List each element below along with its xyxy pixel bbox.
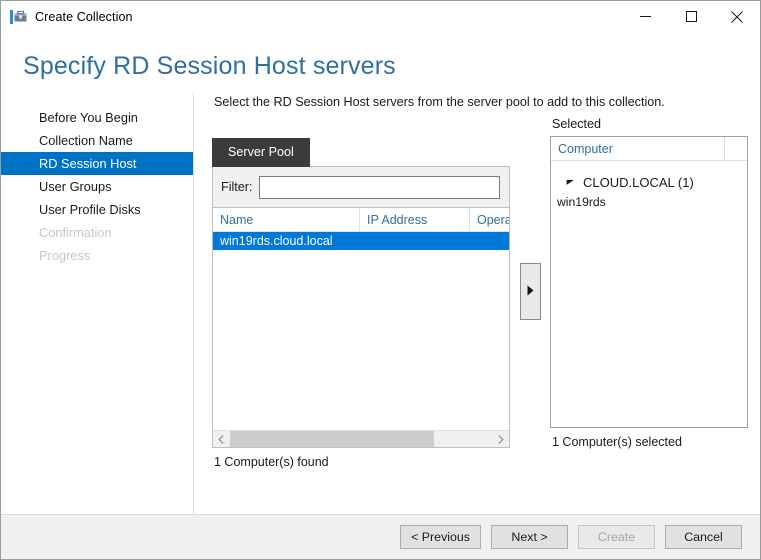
- sidebar-item-confirmation: Confirmation: [1, 221, 193, 244]
- server-pool-column: Server Pool Filter: Name IP Address Oper…: [212, 138, 510, 469]
- previous-button[interactable]: < Previous: [400, 525, 481, 549]
- selected-group-cloud-local[interactable]: CLOUD.LOCAL (1): [551, 171, 747, 193]
- sidebar-item-rd-session-host[interactable]: RD Session Host: [1, 152, 193, 175]
- title-bar: Create Collection: [1, 1, 760, 33]
- server-pool-panel: Filter: Name IP Address Operat win19rds.…: [212, 166, 510, 448]
- wizard-footer: < Previous Next > Create Cancel: [1, 514, 760, 559]
- sidebar-item-user-profile-disks[interactable]: User Profile Disks: [1, 198, 193, 221]
- column-header-ip-address[interactable]: IP Address: [360, 208, 470, 232]
- sidebar-item-progress: Progress: [1, 244, 193, 267]
- create-collection-window: Create Collection Specify RD Session Hos…: [0, 0, 761, 560]
- scrollbar-thumb[interactable]: [230, 431, 434, 447]
- scrollbar-track[interactable]: [230, 431, 492, 447]
- column-header-name[interactable]: Name: [213, 208, 360, 232]
- caret-expanded-icon[interactable]: [566, 179, 575, 186]
- scroll-left-icon[interactable]: [213, 431, 230, 447]
- column-header-operating-system[interactable]: Operat: [470, 208, 509, 232]
- server-selection-area: Server Pool Filter: Name IP Address Oper…: [212, 138, 748, 469]
- create-button: Create: [578, 525, 655, 549]
- sidebar-item-collection-name[interactable]: Collection Name: [1, 129, 193, 152]
- scroll-right-icon[interactable]: [492, 431, 509, 447]
- minimize-icon[interactable]: [622, 1, 668, 32]
- window-title: Create Collection: [35, 10, 133, 24]
- selected-panel-status: 1 Computer(s) selected: [550, 435, 748, 449]
- server-grid-header: Name IP Address Operat: [213, 208, 509, 232]
- column-header-computer[interactable]: Computer: [551, 137, 725, 161]
- add-server-button[interactable]: [520, 263, 541, 320]
- list-item[interactable]: win19rds: [551, 193, 747, 211]
- server-pool-status: 1 Computer(s) found: [212, 455, 510, 469]
- close-icon[interactable]: [714, 1, 760, 32]
- selected-servers-list: Computer CLOUD.LOCAL (1) win19rds: [550, 136, 748, 428]
- mover-column: [510, 138, 550, 469]
- filter-label: Filter:: [221, 180, 252, 194]
- horizontal-scrollbar[interactable]: [213, 430, 509, 447]
- window-controls: [622, 1, 760, 33]
- tab-strip: Server Pool: [212, 138, 510, 167]
- server-grid-body: win19rds.cloud.local: [213, 232, 509, 430]
- table-row[interactable]: win19rds.cloud.local: [213, 232, 509, 250]
- sidebar-item-user-groups[interactable]: User Groups: [1, 175, 193, 198]
- cancel-button[interactable]: Cancel: [665, 525, 742, 549]
- body-area: Before You Begin Collection Name RD Sess…: [1, 81, 760, 514]
- selected-group-label: CLOUD.LOCAL (1): [583, 175, 694, 190]
- maximize-icon[interactable]: [668, 1, 714, 32]
- page-title: Specify RD Session Host servers: [1, 33, 760, 81]
- next-button[interactable]: Next >: [491, 525, 568, 549]
- selected-list-header: Computer: [551, 137, 747, 161]
- instruction-text: Select the RD Session Host servers from …: [212, 93, 748, 109]
- wizard-navigation: Before You Begin Collection Name RD Sess…: [1, 93, 194, 514]
- tab-server-pool[interactable]: Server Pool: [212, 138, 310, 167]
- sidebar-item-before-you-begin[interactable]: Before You Begin: [1, 106, 193, 129]
- filter-row: Filter:: [213, 167, 509, 208]
- selected-column: Selected Computer CLOUD.LOCAL (1): [550, 138, 748, 469]
- filter-input[interactable]: [259, 176, 500, 199]
- main-content: Select the RD Session Host servers from …: [194, 93, 760, 514]
- collection-toolbox-icon: [10, 9, 27, 25]
- selected-panel-title: Selected: [550, 117, 748, 131]
- arrow-right-icon: [526, 284, 535, 299]
